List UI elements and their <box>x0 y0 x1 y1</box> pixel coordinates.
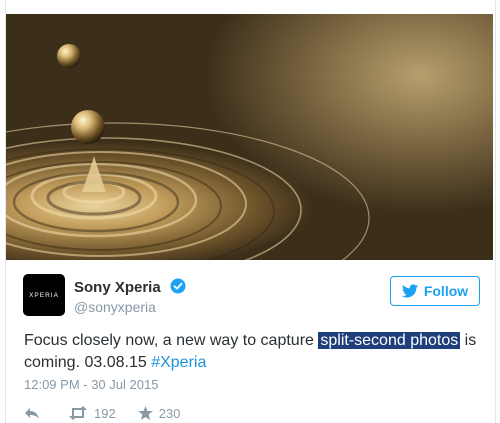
favorite-star-icon <box>137 406 153 420</box>
retweet-icon <box>69 406 87 420</box>
follow-button[interactable]: Follow <box>390 276 480 306</box>
tweet-actions: 192 230 <box>24 403 180 423</box>
selected-text-highlight[interactable]: split-second photos <box>318 332 461 349</box>
water-drop-illustration <box>6 44 370 260</box>
author-handle[interactable]: @sonyxperia <box>74 299 156 315</box>
favorite-button[interactable]: 230 <box>137 405 181 421</box>
retweet-count: 192 <box>94 405 116 421</box>
tweet-media-image[interactable] <box>6 14 493 260</box>
tweet-text-start: Focus closely now, a new way to capture <box>24 332 319 349</box>
tweet-text: Focus closely now, a new way to capture … <box>24 330 484 374</box>
author-name[interactable]: Sony Xperia <box>74 279 161 296</box>
profile-avatar[interactable]: XPERIA <box>23 274 65 316</box>
favorite-count: 230 <box>158 405 181 421</box>
tweet-timestamp[interactable]: 12:09 PM - 30 Jul 2015 <box>24 377 158 392</box>
twitter-bird-icon <box>401 284 418 298</box>
hashtag-link[interactable]: #Xperia <box>151 354 206 371</box>
retweet-button[interactable]: 192 <box>68 406 116 421</box>
reply-icon <box>25 407 39 419</box>
verified-badge-icon <box>170 278 186 294</box>
follow-label: Follow <box>423 283 469 299</box>
avatar-logo-text: XPERIA <box>29 291 59 299</box>
reply-button[interactable] <box>24 407 40 420</box>
